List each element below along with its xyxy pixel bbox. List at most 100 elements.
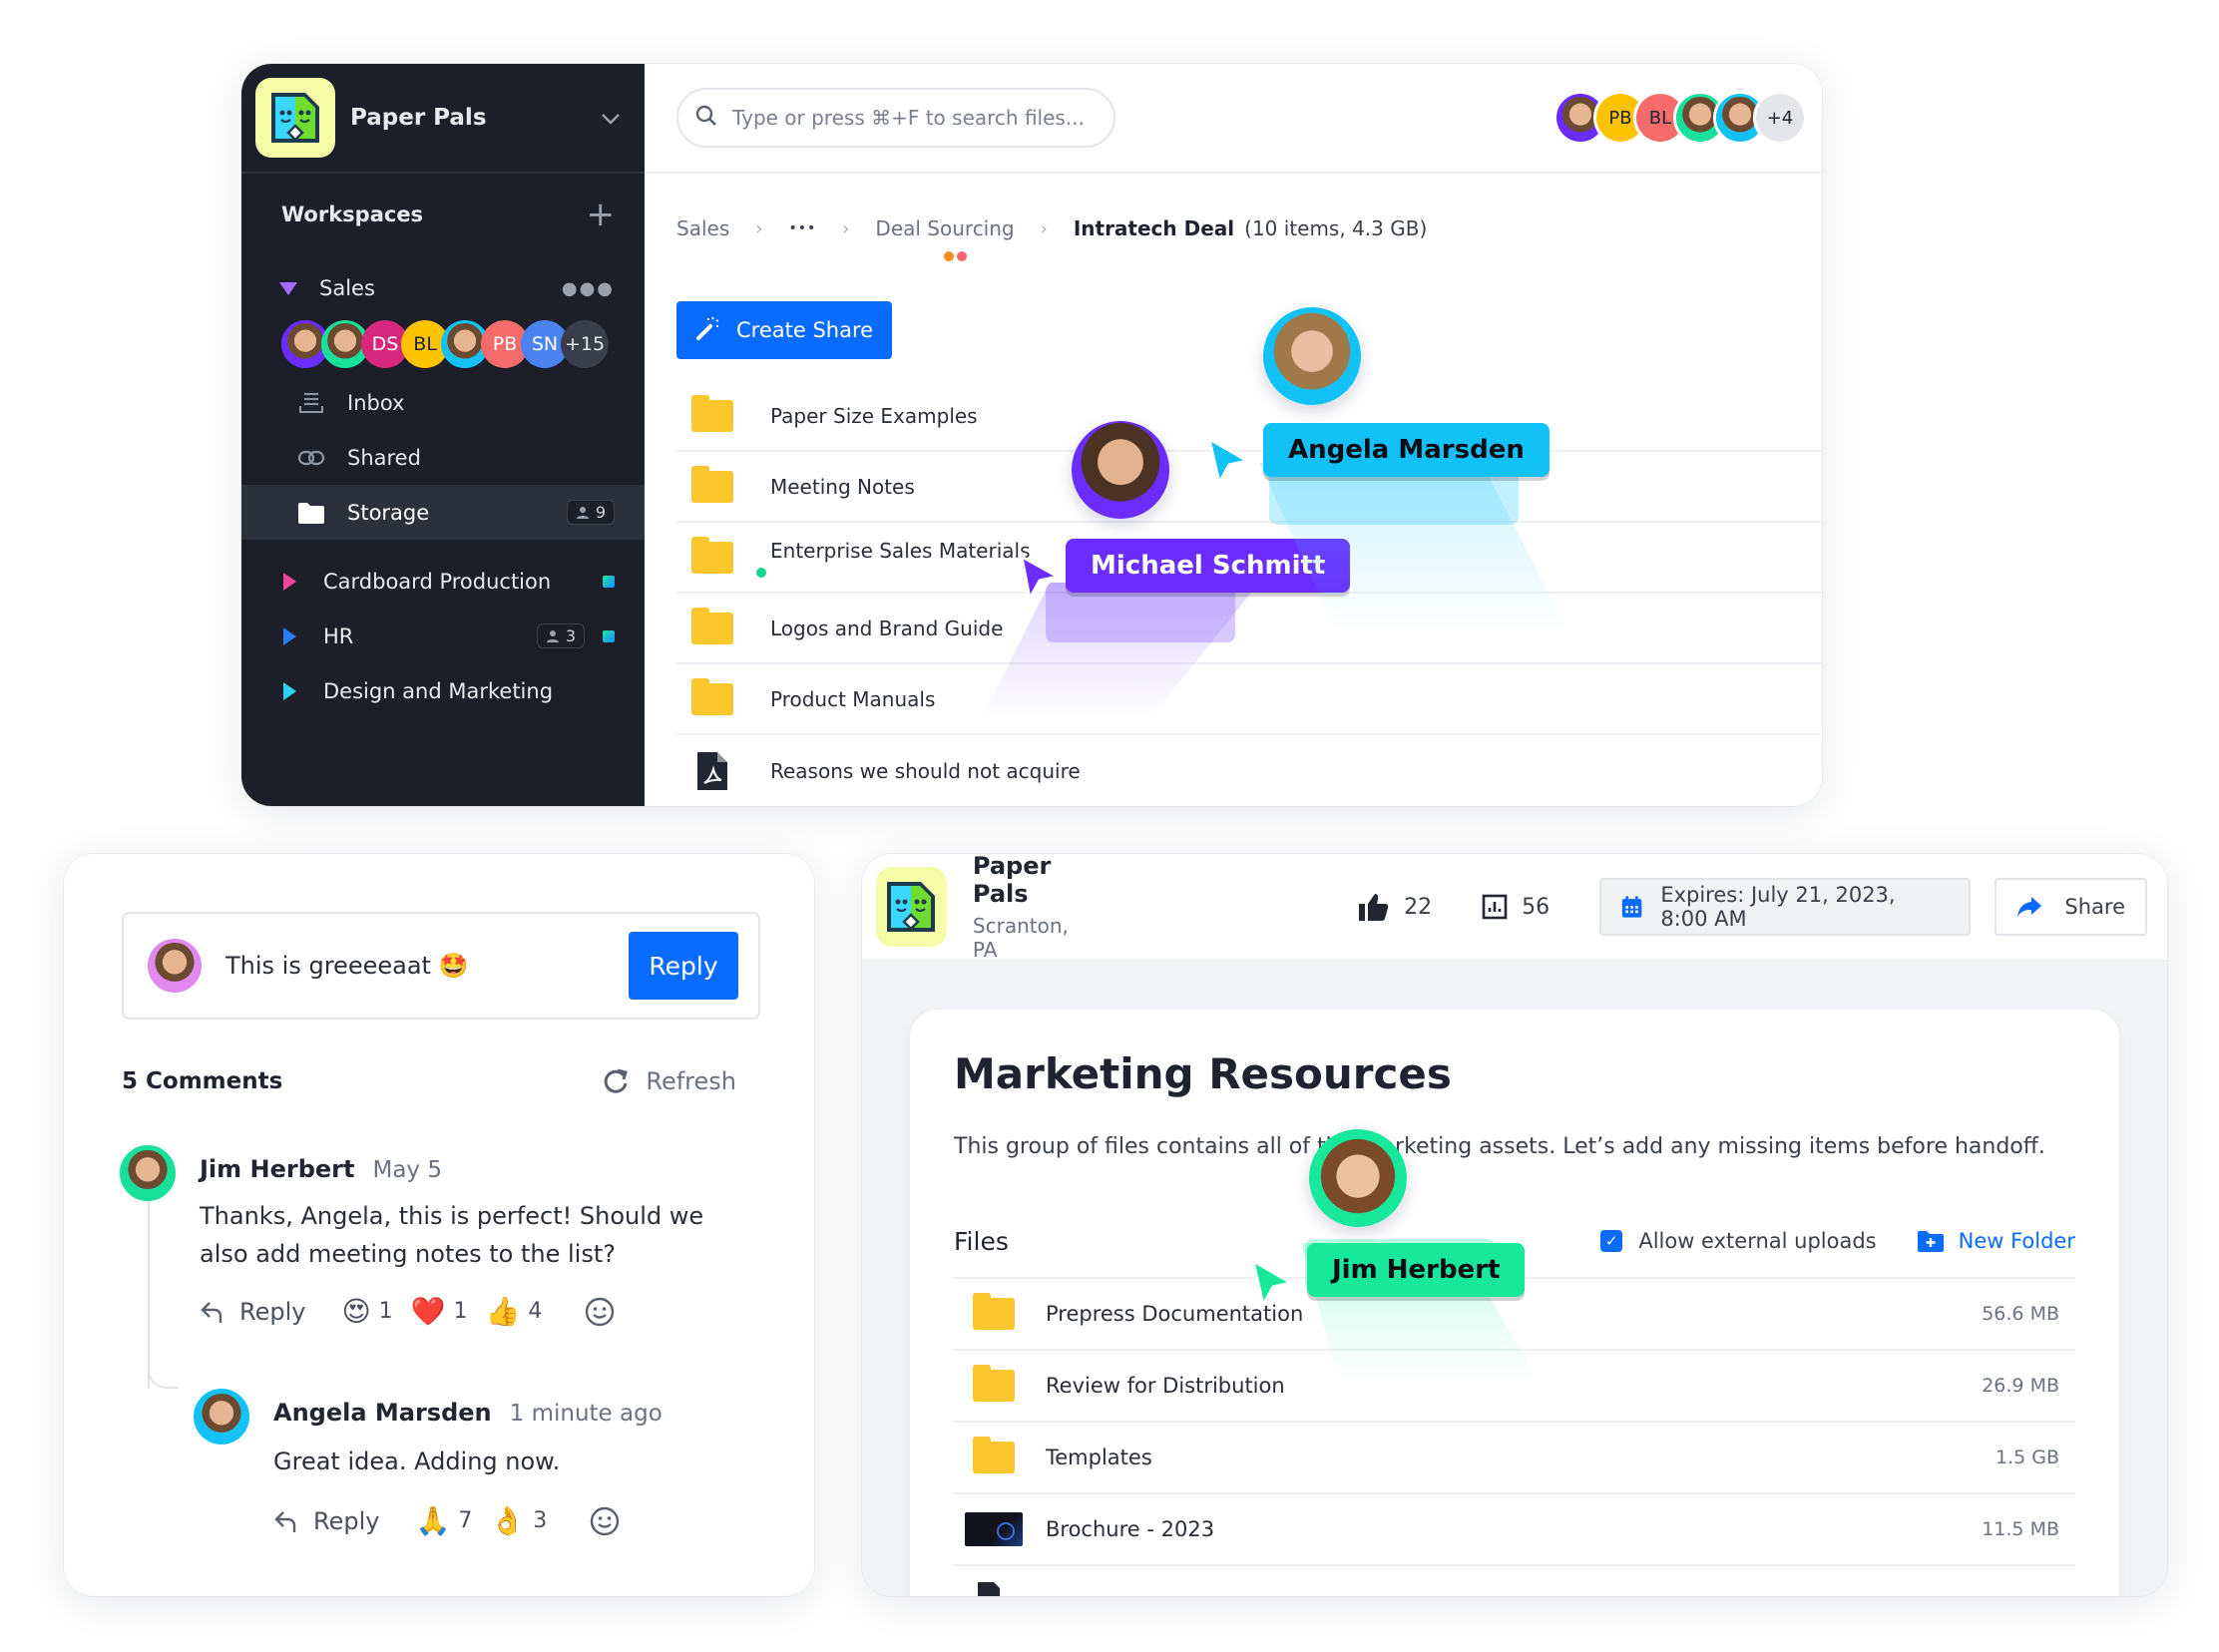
likes-stat[interactable]: 22	[1358, 892, 1432, 922]
sidebar-project-hr[interactable]: HR 3	[241, 609, 645, 663]
checkbox-checked-icon[interactable]: ✓	[1600, 1230, 1623, 1252]
views-stat[interactable]: 56	[1482, 894, 1550, 920]
breadcrumb-overflow[interactable]: •••	[788, 220, 816, 236]
author-avatar	[194, 1389, 249, 1445]
jim-herbert-avatar	[1309, 1129, 1407, 1227]
sidebar-item-shared[interactable]: Shared	[241, 430, 645, 485]
project-label: Design and Marketing	[323, 678, 554, 703]
emoji-icon: 😍	[341, 1295, 371, 1328]
person-icon	[576, 506, 589, 519]
reaction-button[interactable]: ❤️ 1	[411, 1295, 468, 1328]
files-label: Files	[954, 1226, 1009, 1256]
more-members-badge[interactable]: +15	[561, 320, 609, 368]
shared-file-row[interactable]: Brochure - 2023 11.5 MB	[954, 1494, 2075, 1566]
chevron-down-icon[interactable]	[591, 106, 631, 131]
collaborator-avatars[interactable]: PB BL +4	[1556, 94, 1804, 142]
status-indicator	[603, 629, 615, 642]
workspace-switcher[interactable]: Paper Pals	[241, 64, 645, 174]
file-row[interactable]: Product Manuals	[676, 664, 1822, 735]
folder-icon	[691, 536, 733, 574]
sales-members[interactable]: DS BL PB SN +15	[241, 313, 645, 375]
add-reaction-icon[interactable]	[589, 1505, 621, 1537]
reply-submit-button[interactable]: Reply	[629, 932, 738, 1000]
share-content: Marketing Resources This group of files …	[910, 1010, 2119, 1596]
file-row[interactable]: Logos and Brand Guide	[676, 594, 1822, 664]
status-indicator	[603, 575, 615, 588]
org-name: Paper Pals	[972, 854, 1052, 908]
caret-right-icon[interactable]	[283, 626, 296, 645]
expiration-button[interactable]: Expires: July 21, 2023, 8:00 AM	[1599, 878, 1972, 936]
sidebar-item-label: Shared	[347, 445, 421, 470]
folder-meta: (10 items, 4.3 GB)	[1244, 216, 1428, 240]
member-count-badge: 3	[536, 623, 585, 648]
share-arrow-icon	[2017, 897, 2042, 917]
sidebar-item-storage[interactable]: Storage 9	[241, 485, 645, 540]
comments-count: 5 Comments	[122, 1068, 283, 1094]
add-reaction-icon[interactable]	[584, 1296, 616, 1328]
reaction-count: 3	[533, 1508, 548, 1533]
folder-icon	[691, 607, 733, 644]
more-options-icon[interactable]: ●●●	[562, 278, 615, 299]
reaction-count: 1	[453, 1299, 468, 1324]
comment-input[interactable]	[225, 952, 629, 980]
file-row[interactable]: Reasons we should not acquire	[676, 735, 1822, 806]
reply-button[interactable]: Reply	[200, 1298, 305, 1326]
workspaces-header: Workspaces +	[241, 174, 645, 255]
reply-arrow-icon	[201, 1301, 222, 1323]
refresh-button[interactable]: Refresh	[602, 1067, 736, 1095]
org-location: Scranton, PA	[972, 914, 1069, 962]
create-share-button[interactable]: Create Share	[676, 301, 892, 359]
reaction-button[interactable]: 👌 3	[490, 1504, 547, 1537]
add-workspace-icon[interactable]: +	[587, 195, 616, 234]
folder-icon	[691, 465, 733, 503]
reaction-button[interactable]: 😍 1	[341, 1295, 392, 1328]
breadcrumb-item[interactable]: Deal Sourcing	[875, 216, 1014, 240]
sidebar-project-cardboard-production[interactable]: Cardboard Production	[241, 554, 645, 609]
folder-icon	[973, 1293, 1015, 1330]
file-name: Product Manuals	[770, 686, 936, 711]
comment-author[interactable]: Jim Herbert	[200, 1155, 354, 1183]
reply-button[interactable]: Reply	[273, 1507, 379, 1535]
folder-icon	[691, 677, 733, 715]
project-label: Cardboard Production	[323, 569, 552, 594]
share-button[interactable]: Share	[1995, 878, 2147, 936]
file-size: 26.9 MB	[1982, 1375, 2059, 1397]
file-name: Paper Size Examples	[770, 403, 978, 428]
reaction-count: 7	[458, 1508, 473, 1533]
comment-time: May 5	[372, 1157, 442, 1183]
angela-marsden-avatar	[1263, 307, 1361, 405]
top-bar: Type or press ⌘+F to search files... PB B…	[645, 64, 1822, 174]
angela-marsden-cursor-label: Angela Marsden	[1263, 423, 1550, 477]
image-thumbnail	[965, 1512, 1023, 1546]
new-folder-icon	[1917, 1231, 1944, 1252]
group-label: Sales	[319, 276, 375, 300]
link-icon	[297, 450, 325, 466]
sidebar-item-inbox[interactable]: Inbox	[241, 375, 645, 430]
shared-file-row[interactable]: Templates 1.5 GB	[954, 1423, 2075, 1494]
refresh-icon	[605, 1068, 629, 1093]
new-folder-button[interactable]: New Folder	[1917, 1229, 2075, 1253]
comment-author[interactable]: Angela Marsden	[273, 1399, 492, 1427]
bar-chart-icon	[1482, 894, 1508, 920]
sidebar-group-sales[interactable]: Sales ●●●	[241, 263, 645, 313]
folder-icon	[691, 394, 733, 432]
comments-header: 5 Comments Refresh	[122, 1067, 736, 1095]
reaction-button[interactable]: 🙏 7	[415, 1504, 472, 1537]
breadcrumb-item[interactable]: Sales	[676, 216, 729, 240]
caret-right-icon[interactable]	[283, 572, 296, 591]
breadcrumb: Sales › ••• › Deal Sourcing › Intratech …	[645, 174, 1822, 283]
more-collaborators-badge[interactable]: +4	[1756, 94, 1804, 142]
comment-actions: Reply 😍 1 ❤️ 1 👍 4	[200, 1295, 616, 1328]
reply-arrow-icon	[274, 1510, 296, 1532]
search-input[interactable]: Type or press ⌘+F to search files...	[676, 88, 1115, 148]
sidebar-project-design-and-marketing[interactable]: Design and Marketing	[241, 663, 645, 718]
share-header: Paper Pals Scranton, PA 22 56 Expires: J…	[862, 854, 2167, 962]
reaction-button[interactable]: 👍 4	[486, 1295, 543, 1328]
caret-down-icon[interactable]	[279, 281, 297, 295]
file-name: Logos and Brand Guide	[770, 616, 1004, 640]
caret-right-icon[interactable]	[283, 681, 296, 700]
search-icon	[694, 104, 718, 133]
magic-wand-icon	[694, 314, 722, 347]
inbox-icon	[297, 392, 325, 414]
allow-external-uploads-checkbox[interactable]: ✓ Allow external uploads	[1600, 1229, 1877, 1253]
